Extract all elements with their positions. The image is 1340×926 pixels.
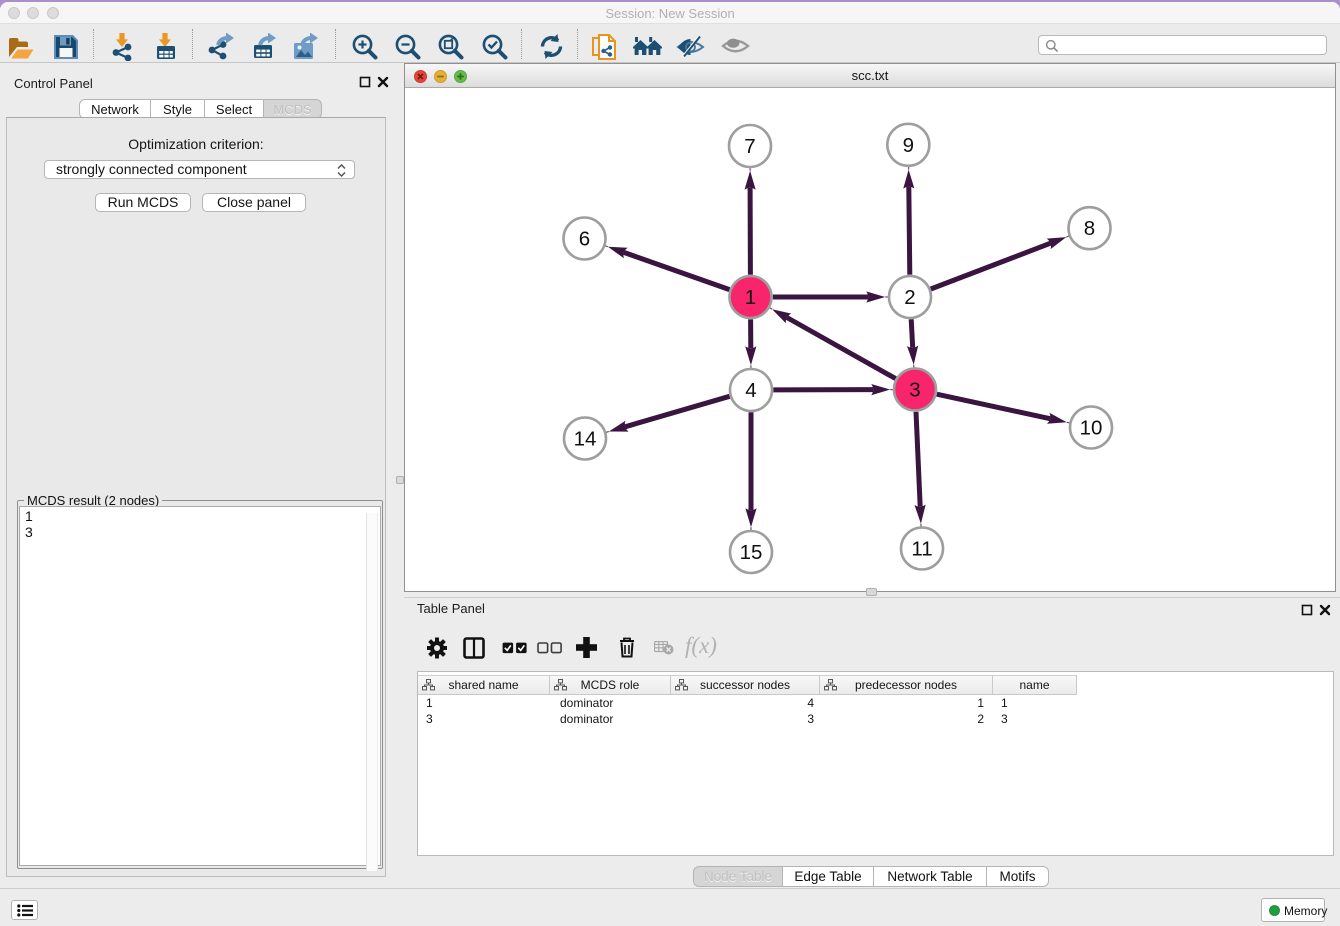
svg-text:3: 3 xyxy=(909,379,920,402)
svg-text:4: 4 xyxy=(745,379,756,402)
svg-text:15: 15 xyxy=(740,541,763,564)
svg-text:7: 7 xyxy=(744,135,755,158)
svg-text:6: 6 xyxy=(579,228,590,251)
svg-text:9: 9 xyxy=(903,134,914,157)
svg-text:11: 11 xyxy=(911,538,932,561)
svg-text:14: 14 xyxy=(574,428,597,451)
svg-text:2: 2 xyxy=(904,286,915,309)
svg-text:10: 10 xyxy=(1080,417,1103,440)
svg-text:1: 1 xyxy=(745,286,756,309)
svg-text:8: 8 xyxy=(1084,217,1095,240)
